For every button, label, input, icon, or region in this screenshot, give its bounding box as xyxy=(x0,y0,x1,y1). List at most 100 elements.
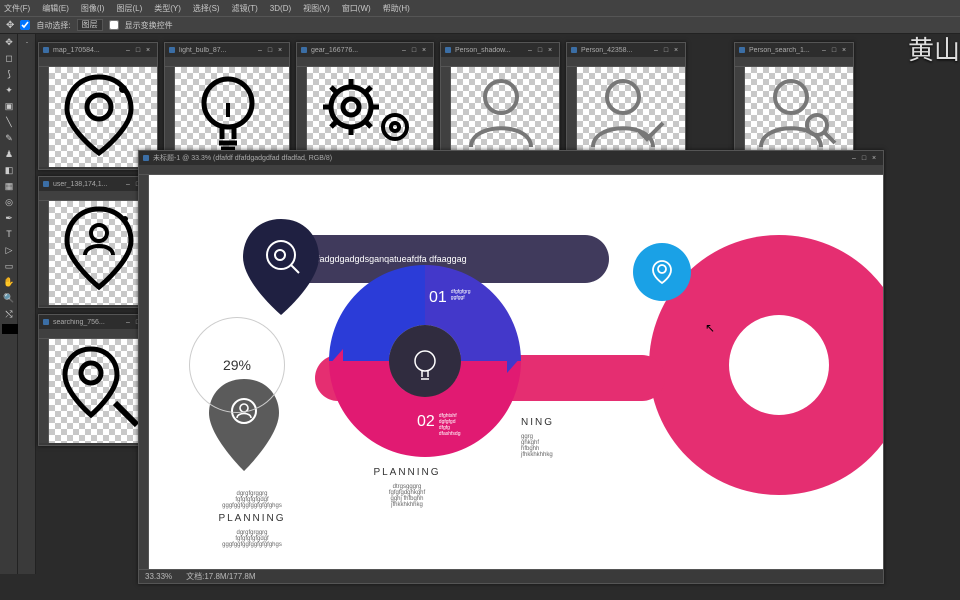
hand-tool-icon[interactable]: ✋ xyxy=(0,274,18,290)
maximize-icon[interactable]: □ xyxy=(829,47,839,54)
menu-item[interactable]: 帮助(H) xyxy=(383,3,410,14)
text-tool-icon[interactable]: T xyxy=(0,226,18,242)
minimize-icon[interactable]: – xyxy=(123,47,133,54)
window-titlebar[interactable]: map_170584...–□× xyxy=(39,43,157,57)
maximize-icon[interactable]: □ xyxy=(859,155,869,162)
status-bar: 33.33% 文档:17.8M/177.8M xyxy=(139,569,883,583)
eyedropper-tool-icon[interactable]: ╲ xyxy=(0,114,18,130)
close-icon[interactable]: × xyxy=(671,47,681,54)
artboard[interactable]: dfafdfadgdgadgdsganqatueafdfa dfaaggag d… xyxy=(149,175,883,569)
close-icon[interactable]: × xyxy=(419,47,429,54)
ruler-horizontal[interactable] xyxy=(297,57,433,67)
swap-colors-icon[interactable]: ⤭ xyxy=(0,306,18,322)
auto-select-checkbox[interactable] xyxy=(20,20,30,30)
auto-select-dropdown[interactable]: 图层 xyxy=(77,19,103,31)
crop-tool-icon[interactable]: ▣ xyxy=(0,98,18,114)
minimize-icon[interactable]: – xyxy=(255,47,265,54)
maximize-icon[interactable]: □ xyxy=(409,47,419,54)
maximize-icon[interactable]: □ xyxy=(265,47,275,54)
window-titlebar[interactable]: Person_42358...–□× xyxy=(567,43,685,57)
window-title: Person_42358... xyxy=(581,47,651,54)
minimize-icon[interactable]: – xyxy=(399,47,409,54)
app-icon xyxy=(739,47,745,53)
menu-item[interactable]: 选择(S) xyxy=(193,3,220,14)
move-tool-icon[interactable]: ✥ xyxy=(6,20,14,31)
doc-window[interactable]: Person_search_1...–□× xyxy=(734,42,854,162)
blur-tool-icon[interactable]: ◎ xyxy=(0,194,18,210)
main-doc-window[interactable]: 未标题-1 @ 33.3% (dfafdf dfafdgadgdfad dfad… xyxy=(138,150,884,584)
ruler-vertical[interactable] xyxy=(735,67,745,159)
ruler-horizontal[interactable] xyxy=(735,57,853,67)
ruler-vertical[interactable] xyxy=(39,67,49,167)
zoom-level[interactable]: 33.33% xyxy=(145,572,172,581)
marquee-tool-icon[interactable]: ◻ xyxy=(0,50,18,66)
ruler-horizontal[interactable] xyxy=(139,165,883,175)
ruler-vertical[interactable] xyxy=(39,201,49,305)
close-icon[interactable]: × xyxy=(869,155,879,162)
minimize-icon[interactable]: – xyxy=(651,47,661,54)
canvas[interactable] xyxy=(577,67,685,159)
ruler-vertical[interactable] xyxy=(39,339,49,443)
menu-item[interactable]: 视图(V) xyxy=(303,3,330,14)
wand-tool-icon[interactable]: ✦ xyxy=(0,82,18,98)
menu-item[interactable]: 滤镜(T) xyxy=(232,3,258,14)
lasso-tool-icon[interactable]: ⟆ xyxy=(0,66,18,82)
canvas[interactable] xyxy=(745,67,853,159)
canvas[interactable] xyxy=(307,67,433,159)
close-icon[interactable]: × xyxy=(143,47,153,54)
window-title: user_138,174,1... xyxy=(53,181,123,188)
menu-item[interactable]: 文件(F) xyxy=(4,3,30,14)
app-icon xyxy=(43,181,49,187)
doc-window[interactable]: Person_shadow...–□× xyxy=(440,42,560,162)
brush-tool-icon[interactable]: ✎ xyxy=(0,130,18,146)
pen-tool-icon[interactable]: ✒ xyxy=(0,210,18,226)
maximize-icon[interactable]: □ xyxy=(133,47,143,54)
window-titlebar[interactable]: Person_search_1...–□× xyxy=(735,43,853,57)
ruler-vertical[interactable] xyxy=(297,67,307,159)
menu-item[interactable]: 窗口(W) xyxy=(342,3,371,14)
ruler-horizontal[interactable] xyxy=(567,57,685,67)
window-titlebar[interactable]: gear_166776...–□× xyxy=(297,43,433,57)
minimize-icon[interactable]: – xyxy=(123,181,133,188)
minimize-icon[interactable]: – xyxy=(123,319,133,326)
menu-item[interactable]: 图层(L) xyxy=(116,3,142,14)
maximize-icon[interactable]: □ xyxy=(661,47,671,54)
close-icon[interactable]: × xyxy=(839,47,849,54)
ruler-vertical[interactable] xyxy=(441,67,451,159)
tool-icon[interactable]: · xyxy=(18,34,36,50)
options-bar: ✥ 自动选择: 图层 显示变换控件 xyxy=(0,16,960,34)
window-title: Person_shadow... xyxy=(455,47,525,54)
ruler-vertical[interactable] xyxy=(567,67,577,159)
close-icon[interactable]: × xyxy=(545,47,555,54)
menu-item[interactable]: 3D(D) xyxy=(270,4,291,13)
transform-checkbox[interactable] xyxy=(109,20,119,30)
app-icon xyxy=(445,47,451,53)
ruler-horizontal[interactable] xyxy=(39,57,157,67)
gradient-tool-icon[interactable]: ▦ xyxy=(0,178,18,194)
canvas[interactable] xyxy=(451,67,559,159)
menu-item[interactable]: 类型(Y) xyxy=(154,3,181,14)
window-titlebar[interactable]: light_bulb_87...–□× xyxy=(165,43,289,57)
move-tool-icon[interactable]: ✥ xyxy=(0,34,18,50)
ruler-vertical[interactable] xyxy=(139,175,149,569)
stamp-tool-icon[interactable]: ♟ xyxy=(0,146,18,162)
person-check-icon xyxy=(577,67,677,153)
window-titlebar[interactable]: 未标题-1 @ 33.3% (dfafdf dfafdgadgdfad dfad… xyxy=(139,151,883,165)
minimize-icon[interactable]: – xyxy=(819,47,829,54)
shape-tool-icon[interactable]: ▭ xyxy=(0,258,18,274)
zoom-tool-icon[interactable]: 🔍 xyxy=(0,290,18,306)
minimize-icon[interactable]: – xyxy=(849,155,859,162)
doc-window[interactable]: gear_166776...–□× xyxy=(296,42,434,162)
eraser-tool-icon[interactable]: ◧ xyxy=(0,162,18,178)
close-icon[interactable]: × xyxy=(275,47,285,54)
ruler-horizontal[interactable] xyxy=(165,57,289,67)
menu-item[interactable]: 图像(I) xyxy=(81,3,105,14)
window-titlebar[interactable]: Person_shadow...–□× xyxy=(441,43,559,57)
doc-window[interactable]: Person_42358...–□× xyxy=(566,42,686,162)
path-tool-icon[interactable]: ▷ xyxy=(0,242,18,258)
maximize-icon[interactable]: □ xyxy=(535,47,545,54)
menu-item[interactable]: 编辑(E) xyxy=(42,3,69,14)
ruler-horizontal[interactable] xyxy=(441,57,559,67)
auto-select-label: 自动选择: xyxy=(36,20,70,31)
minimize-icon[interactable]: – xyxy=(525,47,535,54)
